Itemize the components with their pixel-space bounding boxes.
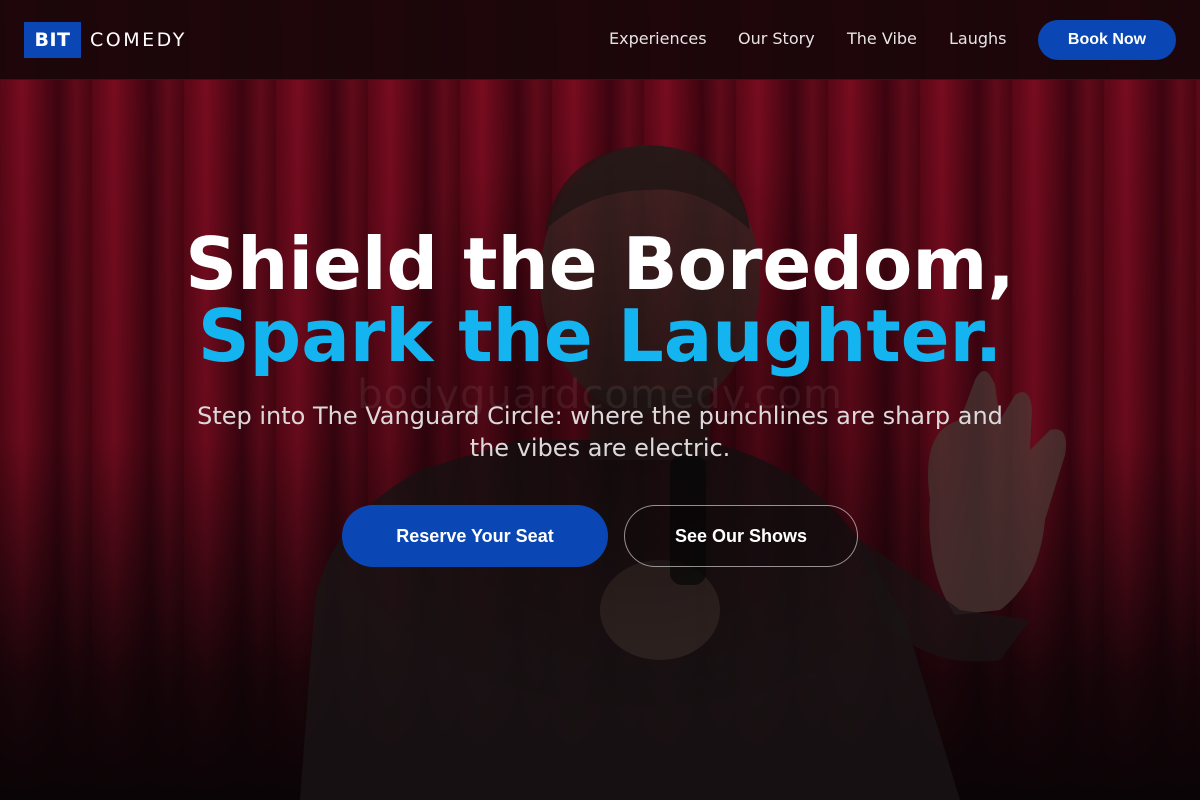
see-shows-button[interactable]: See Our Shows	[624, 505, 858, 567]
reserve-seat-button[interactable]: Reserve Your Seat	[342, 505, 608, 567]
book-now-button[interactable]: Book Now	[1038, 20, 1176, 60]
top-navbar: BIT COMEDY Experiences Our Story The Vib…	[0, 0, 1200, 80]
nav-links: Experiences Our Story The Vibe Laughs	[0, 0, 1200, 80]
hero-headline-line2: Spark the Laughter.	[197, 294, 1003, 378]
nav-item-our-story[interactable]: Our Story	[738, 29, 815, 48]
hero-subtitle: Step into The Vanguard Circle: where the…	[197, 402, 1003, 462]
nav-item-laughs[interactable]: Laughs	[949, 29, 1007, 48]
hero-headline: Shield the Boredom, Spark the Laughter.	[0, 228, 1200, 372]
nav-item-experiences[interactable]: Experiences	[609, 29, 707, 48]
nav-item-the-vibe[interactable]: The Vibe	[847, 29, 917, 48]
hero-headline-line1: Shield the Boredom,	[185, 222, 1015, 306]
